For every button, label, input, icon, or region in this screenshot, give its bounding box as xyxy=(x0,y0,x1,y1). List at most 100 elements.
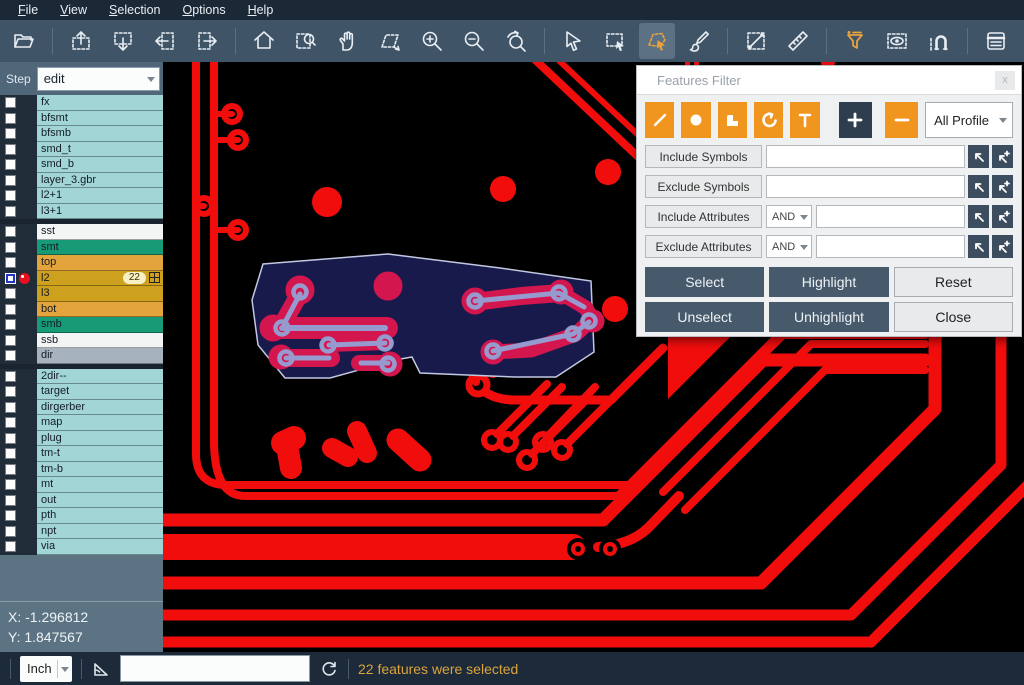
layer-row[interactable]: dir xyxy=(0,348,163,364)
pick-add-from-canvas-button[interactable] xyxy=(992,175,1013,198)
layer-row[interactable]: smt xyxy=(0,240,163,256)
filter-value-input[interactable] xyxy=(816,235,965,258)
layer-visibility-checkbox[interactable] xyxy=(5,159,16,170)
layer-visibility-checkbox[interactable] xyxy=(5,464,16,475)
layer-row[interactable]: dirgerber xyxy=(0,400,163,416)
operator-select[interactable]: AND xyxy=(766,235,812,258)
open-folder-button[interactable] xyxy=(6,23,42,59)
angle-measure-icon[interactable] xyxy=(91,659,111,679)
layer-row[interactable]: layer_3.gbr xyxy=(0,173,163,189)
layer-row[interactable]: l2+1 xyxy=(0,188,163,204)
dialog-action-button[interactable]: Highlight xyxy=(769,267,888,297)
layer-visibility-checkbox[interactable] xyxy=(5,371,16,382)
filter-row-label-button[interactable]: Include Attributes xyxy=(645,205,762,228)
layer-visibility-checkbox[interactable] xyxy=(5,526,16,537)
layer-row[interactable]: map xyxy=(0,415,163,431)
pan-down-button[interactable] xyxy=(105,23,141,59)
snap-magnet-button[interactable] xyxy=(921,23,957,59)
view-options-button[interactable] xyxy=(879,23,915,59)
layer-visibility-checkbox[interactable] xyxy=(5,433,16,444)
profile-select[interactable]: All Profile xyxy=(925,102,1013,138)
zoom-polygon-button[interactable] xyxy=(372,23,408,59)
measure-line-button[interactable] xyxy=(738,23,774,59)
layer-visibility-checkbox[interactable] xyxy=(5,335,16,346)
layer-row[interactable]: smd_b xyxy=(0,157,163,173)
select-polygon-button[interactable] xyxy=(639,23,675,59)
layers-panel-button[interactable] xyxy=(978,23,1014,59)
dialog-title-bar[interactable]: Features Filter x xyxy=(637,66,1021,94)
dialog-action-button[interactable]: Reset xyxy=(894,267,1013,297)
filter-row-label-button[interactable]: Exclude Attributes xyxy=(645,235,762,258)
layer-visibility-checkbox[interactable] xyxy=(5,448,16,459)
layer-row[interactable]: sst xyxy=(0,224,163,240)
layer-visibility-checkbox[interactable] xyxy=(5,304,16,315)
zoom-out-button[interactable] xyxy=(456,23,492,59)
pick-from-canvas-button[interactable] xyxy=(968,205,989,228)
pick-add-from-canvas-button[interactable] xyxy=(992,235,1013,258)
layer-row[interactable]: l3 xyxy=(0,286,163,302)
zoom-in-button[interactable] xyxy=(414,23,450,59)
filter-line-button[interactable] xyxy=(645,102,674,138)
filter-arc-button[interactable] xyxy=(754,102,783,138)
layer-row[interactable]: l222 xyxy=(0,271,163,287)
layer-row[interactable]: target xyxy=(0,384,163,400)
filter-remove-button[interactable] xyxy=(885,102,918,138)
layer-visibility-checkbox[interactable] xyxy=(5,257,16,268)
filter-value-input[interactable] xyxy=(816,205,965,228)
layer-visibility-checkbox[interactable] xyxy=(5,417,16,428)
layer-visibility-checkbox[interactable] xyxy=(5,510,16,521)
paint-brush-button[interactable] xyxy=(681,23,717,59)
command-input[interactable] xyxy=(120,655,310,682)
menu-item[interactable]: Selection xyxy=(99,1,170,19)
layer-row[interactable]: out xyxy=(0,493,163,509)
layer-visibility-checkbox[interactable] xyxy=(5,97,16,108)
layer-visibility-checkbox[interactable] xyxy=(5,242,16,253)
menu-item[interactable]: File xyxy=(8,1,48,19)
layer-visibility-checkbox[interactable] xyxy=(5,226,16,237)
menu-item[interactable]: Options xyxy=(172,1,235,19)
operator-select[interactable]: AND xyxy=(766,205,812,228)
dialog-action-button[interactable]: Select xyxy=(645,267,764,297)
layer-row[interactable]: top xyxy=(0,255,163,271)
layer-row[interactable]: bot xyxy=(0,302,163,318)
layer-visibility-checkbox[interactable] xyxy=(5,175,16,186)
layer-visibility-checkbox[interactable] xyxy=(5,386,16,397)
home-view-button[interactable] xyxy=(246,23,282,59)
pan-left-button[interactable] xyxy=(147,23,183,59)
close-icon[interactable]: x xyxy=(995,71,1015,90)
filter-value-input[interactable] xyxy=(766,175,965,198)
dialog-action-button[interactable]: Unhighlight xyxy=(769,302,888,332)
layer-visibility-checkbox[interactable] xyxy=(5,273,16,284)
pick-add-from-canvas-button[interactable] xyxy=(992,205,1013,228)
layer-visibility-checkbox[interactable] xyxy=(5,541,16,552)
layer-row[interactable]: smd_t xyxy=(0,142,163,158)
unit-select[interactable]: Inch xyxy=(20,656,72,682)
layer-row[interactable]: tm-t xyxy=(0,446,163,462)
pick-add-from-canvas-button[interactable] xyxy=(992,145,1013,168)
layer-row[interactable]: fx xyxy=(0,95,163,111)
zoom-area-button[interactable] xyxy=(288,23,324,59)
layer-visibility-checkbox[interactable] xyxy=(5,190,16,201)
pan-hand-button[interactable] xyxy=(330,23,366,59)
layer-visibility-checkbox[interactable] xyxy=(5,495,16,506)
filter-value-input[interactable] xyxy=(766,145,965,168)
layer-visibility-checkbox[interactable] xyxy=(5,206,16,217)
refresh-icon[interactable] xyxy=(319,659,339,679)
pick-from-canvas-button[interactable] xyxy=(968,145,989,168)
pick-from-canvas-button[interactable] xyxy=(968,175,989,198)
layer-row[interactable]: l3+1 xyxy=(0,204,163,220)
measure-ruler-button[interactable] xyxy=(780,23,816,59)
menu-item[interactable]: Help xyxy=(238,1,284,19)
layer-visibility-checkbox[interactable] xyxy=(5,113,16,124)
pan-right-button[interactable] xyxy=(189,23,225,59)
layer-row[interactable]: mt xyxy=(0,477,163,493)
step-select[interactable]: edit xyxy=(37,67,160,91)
layer-row[interactable]: tm-b xyxy=(0,462,163,478)
layer-visibility-checkbox[interactable] xyxy=(5,402,16,413)
pan-up-button[interactable] xyxy=(63,23,99,59)
features-filter-button[interactable] xyxy=(837,23,873,59)
layer-visibility-checkbox[interactable] xyxy=(5,319,16,330)
layer-row[interactable]: npt xyxy=(0,524,163,540)
filter-text-button[interactable] xyxy=(790,102,819,138)
dialog-action-button[interactable]: Unselect xyxy=(645,302,764,332)
